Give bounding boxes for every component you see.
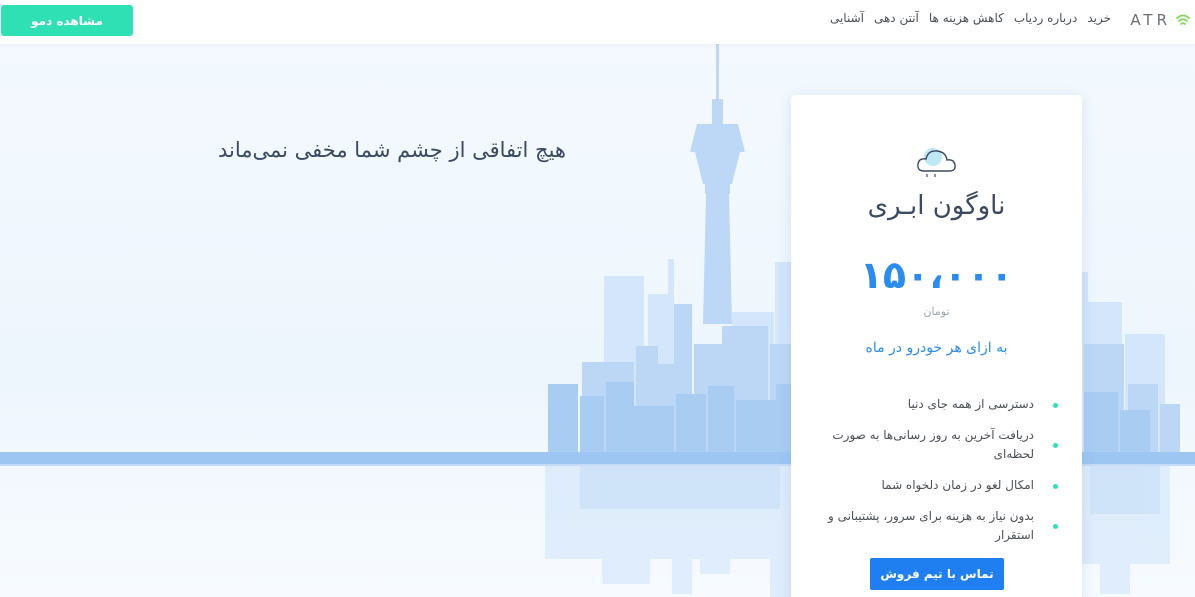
- bullet-icon: [1053, 524, 1058, 529]
- feature-item: دریافت آخرین به روز رسانی‌ها به صورت لحظ…: [811, 426, 1062, 464]
- brand-logo[interactable]: ATR: [1130, 8, 1191, 32]
- feature-text: امکال لغو در زمان دلخواه شما: [881, 478, 1034, 492]
- price-period: به ازای هر خودرو در ماه: [865, 340, 1008, 356]
- bullet-icon: [1053, 443, 1058, 448]
- plan-name: ناوگون ابـری: [867, 191, 1006, 221]
- nav-item-intro[interactable]: آشنایی: [830, 11, 864, 25]
- feature-text: دسترسی از همه جای دنیا: [907, 397, 1034, 411]
- hero-headline: هیچ اتفاقی از چشم شما مخفی نمی‌ماند: [218, 138, 566, 162]
- cloud-icon: [917, 148, 956, 177]
- main-nav: آشنایی آنتن دهی کاهش هزینه ها درباره ردی…: [830, 11, 1111, 25]
- feature-item: امکال لغو در زمان دلخواه شما: [811, 476, 1062, 495]
- plan-price: ۱۵۰،۰۰۰: [859, 253, 1014, 297]
- feature-item: بدون نیاز به هزینه برای سرور، پشتیبانی و…: [811, 507, 1062, 545]
- feature-item: دسترسی از همه جای دنیا: [811, 395, 1062, 414]
- feature-list: دسترسی از همه جای دنیا دریافت آخرین به ر…: [811, 395, 1062, 557]
- view-demo-button[interactable]: مشاهده دمو: [1, 5, 133, 36]
- signal-icon: [1176, 14, 1190, 25]
- feature-text: دریافت آخرین به روز رسانی‌ها به صورت لحظ…: [832, 428, 1034, 461]
- pricing-card: ناوگون ابـری ۱۵۰،۰۰۰ تومان به ازای هر خو…: [791, 95, 1082, 597]
- nav-item-cost-reduction[interactable]: کاهش هزینه ها: [929, 11, 1004, 25]
- contact-sales-button[interactable]: تماس با تیم فروش: [870, 558, 1004, 590]
- price-currency: تومان: [923, 305, 950, 318]
- logo-text: ATR: [1130, 11, 1171, 29]
- nav-item-coverage[interactable]: آنتن دهی: [874, 11, 919, 25]
- bullet-icon: [1053, 483, 1058, 489]
- bullet-icon: [1053, 402, 1058, 408]
- top-navbar: مشاهده دمو آشنایی آنتن دهی کاهش هزینه ها…: [0, 0, 1195, 44]
- nav-item-buy[interactable]: خرید: [1087, 11, 1111, 25]
- nav-item-about-tracker[interactable]: درباره ردیاب: [1014, 11, 1077, 25]
- feature-text: بدون نیاز به هزینه برای سرور، پشتیبانی و…: [827, 509, 1034, 542]
